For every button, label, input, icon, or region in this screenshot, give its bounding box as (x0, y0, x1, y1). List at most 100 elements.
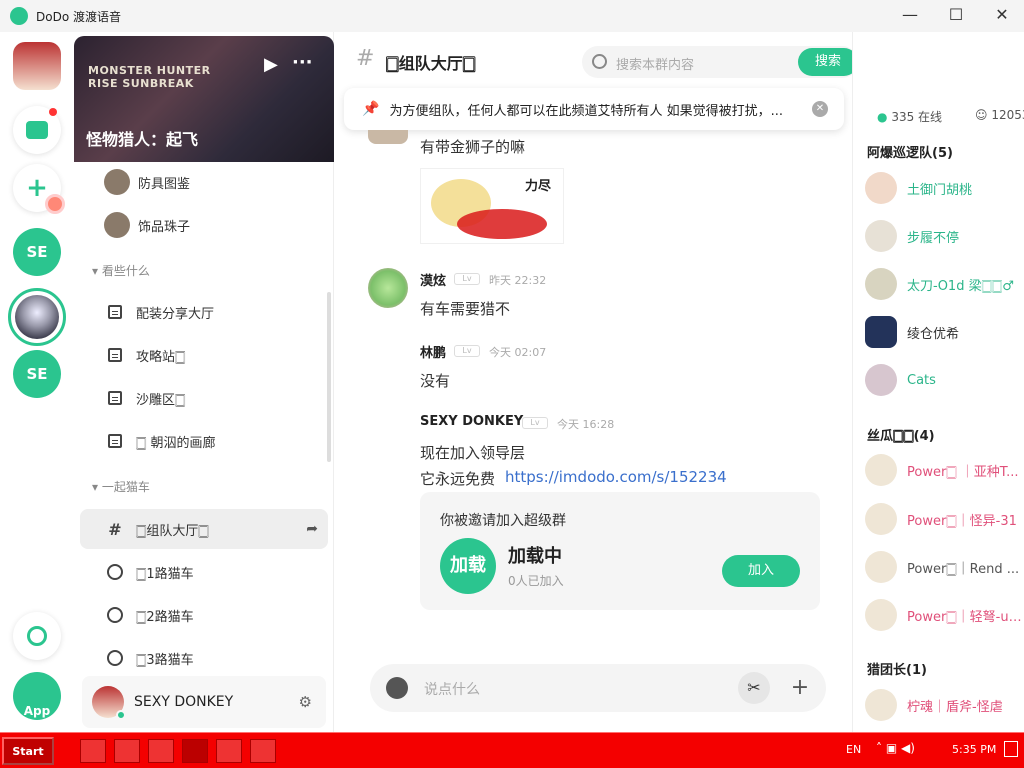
wechat-icon[interactable] (148, 739, 174, 763)
clock[interactable]: 5:35 PM (952, 743, 996, 756)
member-item[interactable]: 太刀-O1d 梁🀆🀆♂ (865, 264, 1024, 304)
emoji-icon[interactable] (386, 677, 408, 699)
channel-label: 🀆2路猫车 (136, 609, 194, 625)
settings-icon[interactable]: ⚙ (299, 693, 312, 711)
group-name: 加载中 (508, 546, 562, 567)
member-item[interactable]: Power🀆｜轻弩-uu... (865, 595, 1024, 635)
dodo-logo-icon (10, 7, 28, 25)
channel-label: 🀆1路猫车 (136, 566, 194, 582)
language-indicator[interactable]: EN (846, 743, 861, 756)
start-label: Start (12, 744, 44, 758)
channel-team-lobby[interactable]: # 🀆组队大厅🀆 ➦ (80, 509, 328, 549)
notification-icon[interactable] (1004, 741, 1018, 757)
group-banner: MONSTER HUNTER RISE SUNBREAK ▶ ··· 怪物猎人：… (74, 36, 334, 162)
user-name: SEXY DONKEY (134, 694, 234, 710)
channel-jewels[interactable]: 饰品珠子 (80, 205, 328, 245)
channel-gallery[interactable]: 🀆 朝泅的画廊 (80, 421, 328, 461)
app-icon[interactable] (216, 739, 242, 763)
member-item[interactable]: Power🀆｜Rend ... (865, 547, 1024, 587)
folder-icon[interactable] (114, 739, 140, 763)
scrollbar[interactable] (327, 292, 331, 462)
notice-text: 为方便组队，任何人都可以在此频道艾特所有人 如果觉得被打扰，... (389, 103, 783, 119)
server-se-2[interactable]: SE (13, 350, 61, 398)
channel-voice-3[interactable]: 🀆3路猫车 (80, 638, 328, 678)
search-button[interactable]: 搜索 (798, 48, 858, 76)
channel-label: 🀆组队大厅🀆 (136, 523, 209, 539)
member-item[interactable]: Power🀆｜怪异-31 (865, 499, 1024, 539)
channel-label: 🀆3路猫车 (136, 652, 194, 668)
section-header-carpool[interactable]: ▾ 一起猫车 (92, 478, 150, 495)
messages-button[interactable] (13, 106, 61, 154)
chat-area: # 🀆组队大厅🀆 搜索本群内容 搜索 🔔 📌 为方便组队，任何人都可以在此频道艾… (334, 32, 911, 732)
group-icon: 加载 (440, 538, 496, 594)
sticker-blood (457, 209, 547, 239)
voice-icon (107, 650, 123, 666)
app-button[interactable]: App (13, 672, 61, 720)
user-avatar[interactable] (13, 42, 61, 90)
member-item[interactable]: 步履不停 (865, 216, 1024, 256)
tray-icons[interactable]: ˄ ▣ ◀) (876, 741, 915, 755)
maximize-button[interactable]: ☐ (944, 4, 968, 28)
terminal-icon[interactable] (250, 739, 276, 763)
member-item[interactable]: Cats (865, 360, 1024, 400)
user-avatar[interactable] (92, 686, 126, 720)
avatar (865, 268, 897, 300)
start-button[interactable]: Start (2, 737, 54, 765)
member-group-title: 猎团长(1) (867, 663, 927, 678)
message-author[interactable]: 林鹏 (420, 342, 446, 361)
explore-button[interactable] (13, 612, 61, 660)
section-header-watch[interactable]: ▾ 看些什么 (92, 262, 150, 279)
add-server-button[interactable]: + (13, 164, 65, 214)
close-button[interactable]: ✕ (990, 4, 1014, 28)
total-count: ☺ 12053 (975, 108, 1024, 122)
join-button[interactable]: 加入 (722, 555, 800, 587)
chrome-icon[interactable] (80, 739, 106, 763)
member-item[interactable]: 绫仓优希 (865, 312, 1024, 352)
message-author[interactable]: 漠炫 (420, 270, 446, 289)
dodo-taskbar-icon[interactable] (182, 739, 208, 763)
avatar (865, 689, 897, 721)
close-notice-icon[interactable]: ✕ (812, 101, 828, 117)
channel-voice-1[interactable]: 🀆1路猫车 (80, 552, 328, 592)
plus-icon[interactable]: + (784, 672, 816, 704)
document-icon (108, 434, 122, 448)
avatar[interactable] (368, 130, 408, 144)
share-icon[interactable]: ➦ (306, 521, 318, 537)
channel-guides[interactable]: 攻略站🀆 (80, 335, 328, 375)
document-icon (108, 348, 122, 362)
search-box[interactable]: 搜索本群内容 搜索 (582, 46, 858, 78)
invite-link[interactable]: https://imdodo.com/s/152234 (505, 468, 727, 486)
more-icon[interactable]: ··· (292, 52, 313, 73)
pinned-notice[interactable]: 📌 为方便组队，任何人都可以在此频道艾特所有人 如果觉得被打扰，... ✕ (344, 88, 844, 130)
scissors-icon[interactable]: ✂ (738, 672, 770, 704)
minimize-button[interactable]: — (898, 4, 922, 28)
avatar[interactable] (368, 268, 408, 308)
channel-voice-2[interactable]: 🀆2路猫车 (80, 595, 328, 635)
search-input[interactable]: 搜索本群内容 (616, 54, 694, 73)
document-icon (108, 391, 122, 405)
channel-armor[interactable]: 防具图鉴 (80, 162, 328, 202)
hash-icon: # (108, 519, 122, 539)
message-author[interactable]: SEXY DONKEY (420, 414, 523, 429)
member-name: Power🀆｜怪异-31 (907, 513, 1017, 529)
play-icon[interactable]: ▶ (264, 54, 278, 75)
channel-loadout[interactable]: 配装分享大厅 (80, 292, 328, 332)
server-se-1[interactable]: SE (13, 228, 61, 276)
section-label: 看些什么 (101, 264, 150, 278)
server-anime[interactable] (8, 288, 66, 346)
member-item[interactable]: Power🀆 ｜亚种T... (865, 450, 1024, 490)
channel-funny[interactable]: 沙雕区🀆 (80, 378, 328, 418)
avatar (865, 316, 897, 348)
invite-card: 你被邀请加入超级群 加载 加载中 0人已加入 加入 (420, 492, 820, 610)
member-name: Cats (907, 372, 936, 388)
message-text: 有带金狮子的嘛 (420, 138, 526, 156)
message-input[interactable]: 说点什么 (424, 679, 480, 699)
avatar (865, 172, 897, 204)
search-icon (27, 626, 47, 646)
member-count: 0人已加入 (508, 574, 564, 588)
member-item[interactable]: 柠魂｜盾斧-怪虐 (865, 685, 1024, 725)
member-item[interactable]: 土御门胡桃 (865, 168, 1024, 208)
sticker-image[interactable]: 力尽 (420, 168, 564, 244)
message-time: 今天 16:28 (557, 418, 615, 431)
notification-badge (45, 194, 65, 214)
